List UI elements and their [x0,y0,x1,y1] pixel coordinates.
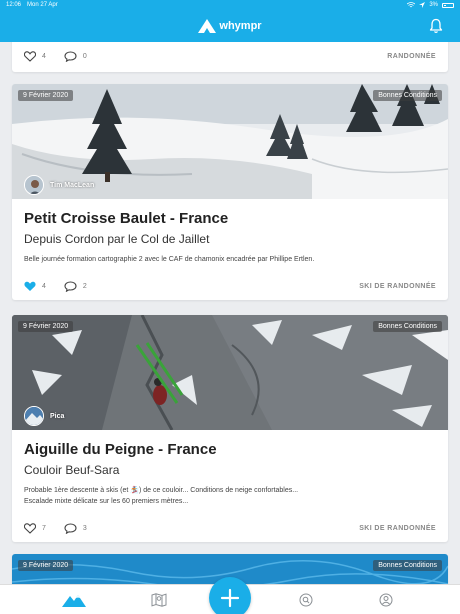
post-description: Belle journée formation cartographie 2 a… [24,256,315,263]
battery-icon [442,2,454,8]
post-photo[interactable]: 9 Février 2020 Bonnes Conditions Tim Mac… [12,84,448,199]
conditions-badge: Bonnes Conditions [373,90,442,101]
post-subtitle: Depuis Cordon par le Col de Jaillet [24,232,210,246]
comment-stat[interactable]: 0 [64,50,87,62]
post-title[interactable]: Petit Croisse Baulet - France [24,210,436,227]
comment-count: 2 [82,282,87,290]
avatar[interactable] [24,406,44,426]
conditions-badge: Bonnes Conditions [373,560,442,571]
comment-icon[interactable] [64,280,77,292]
mountain-icon[interactable] [62,593,86,607]
activity-feed[interactable]: 4 0 RANDONNÉE 9 Février 2020 Bonnes Cond… [0,42,460,584]
like-count: 7 [42,524,46,532]
comment-stat[interactable]: 3 [64,522,87,534]
post-description: Probable 1ère descente à skis (et 🏂) de … [24,485,436,507]
post-subtitle: Couloir Beuf-Sara [24,463,120,477]
heart-icon[interactable] [24,50,36,62]
post-category: SKI DE RANDONNÉE [359,524,436,532]
comment-stat[interactable]: 2 [64,280,87,292]
app-header: whympr [0,10,460,42]
post-footer: 4 0 RANDONNÉE [24,48,436,64]
search-icon[interactable] [298,593,314,607]
add-button[interactable] [209,577,251,614]
comment-icon[interactable] [64,50,77,62]
bell-icon[interactable] [428,18,444,34]
comment-count: 0 [82,52,87,60]
author-name[interactable]: Pica [50,413,64,420]
logo-mountain-icon [198,19,217,33]
bottom-tab-bar [0,577,460,614]
like-count: 4 [42,282,46,290]
author[interactable]: Pica [24,406,64,426]
post-card[interactable]: 9 Février 2020 Bonnes Conditions Pica Ai… [12,315,448,542]
comment-count: 3 [82,524,87,532]
app-name: whympr [219,20,262,32]
post-title[interactable]: Aiguille du Peigne - France [24,441,436,458]
conditions-badge: Bonnes Conditions [373,321,442,332]
post-date: 9 Février 2020 [18,321,74,332]
author[interactable]: Tim MacLean [24,175,94,195]
add-icon [220,588,240,608]
post-card[interactable]: 4 0 RANDONNÉE [12,42,448,72]
post-description-line: Escalade mixte délicate sur les 60 premi… [24,498,189,505]
post-footer: 4 2 SKI DE RANDONNÉE [24,278,436,294]
heart-filled-icon[interactable] [24,281,36,292]
comment-icon[interactable] [64,522,77,534]
wifi-icon [407,2,416,8]
avatar[interactable] [24,175,44,195]
profile-icon[interactable] [378,593,394,607]
post-date: 9 Février 2020 [18,90,74,101]
author-name[interactable]: Tim MacLean [50,182,94,189]
heart-icon[interactable] [24,522,36,534]
post-date: 9 Février 2020 [18,560,74,571]
status-date: Mon 27 Apr [27,2,58,8]
battery-percent: 3% [429,2,438,8]
like-stat[interactable]: 4 [24,50,46,62]
rock-couloir-photo [12,315,448,430]
post-photo[interactable]: 9 Février 2020 Bonnes Conditions Pica [12,315,448,430]
post-card[interactable]: 9 Février 2020 Bonnes Conditions Tim Mac… [12,84,448,300]
like-count: 4 [42,52,46,60]
app-logo[interactable]: whympr [198,19,262,33]
post-footer: 7 3 SKI DE RANDONNÉE [24,520,436,536]
status-time: 12:06 [6,2,22,8]
map-icon[interactable] [151,593,167,607]
like-stat[interactable]: 7 [24,522,46,534]
post-category: SKI DE RANDONNÉE [359,282,436,290]
like-stat[interactable]: 4 [24,281,46,292]
post-category: RANDONNÉE [387,52,436,60]
post-description-line: Probable 1ère descente à skis (et 🏂) de … [24,487,299,494]
location-icon [419,2,426,8]
status-bar: 12:06 Mon 27 Apr 3% [0,0,460,10]
